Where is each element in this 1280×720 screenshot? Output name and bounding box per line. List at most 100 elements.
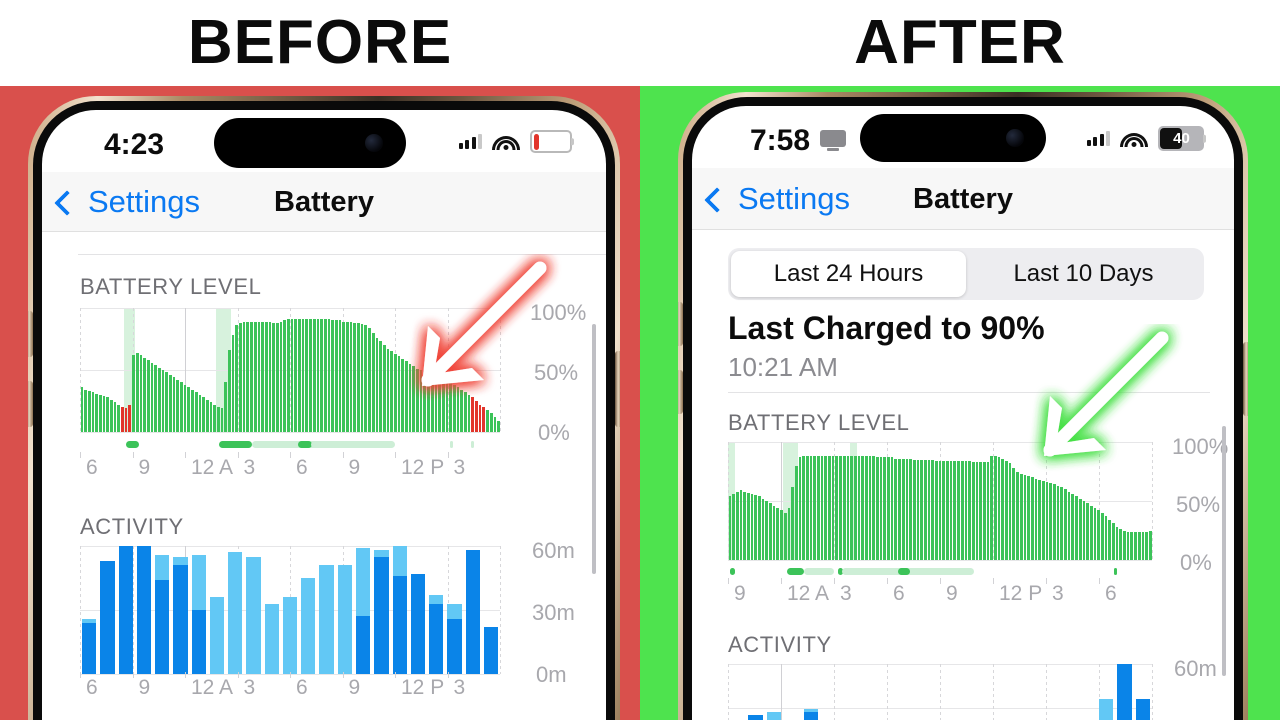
chart-xtick-label: 12 P [401, 676, 445, 699]
chart-bar [360, 324, 364, 432]
chart-bar [283, 320, 286, 432]
chart-bar [294, 319, 298, 432]
chart-bar-screen-on [118, 546, 133, 674]
chart-xtick-label: 3 [1052, 582, 1064, 605]
tab-last-10-days[interactable]: Last 10 Days [966, 251, 1201, 297]
before-panel: 4:23 Settings Battery BATTERY LEVEL 100%… [0, 86, 640, 720]
charging-segment [897, 568, 911, 575]
chart-bar [1016, 471, 1019, 560]
chart-bar-group [841, 664, 855, 720]
before-header: BEFORE [0, 0, 640, 86]
before-header-label: BEFORE [187, 8, 453, 77]
before-annotation-arrow [421, 261, 547, 387]
chart-bar [1137, 531, 1141, 560]
chart-bar [220, 408, 224, 432]
chart-bar [191, 389, 194, 432]
chart-bar-group [878, 664, 892, 720]
chart-bar [172, 377, 176, 432]
battery-ytick-50-after: 50% [1176, 492, 1221, 517]
chart-xtick [887, 578, 888, 584]
chart-bar [1078, 498, 1082, 560]
chart-xtick [237, 672, 239, 678]
chart-bar [327, 319, 331, 432]
chart-bar-screen-on [429, 603, 444, 674]
chart-bar [754, 495, 757, 560]
chart-bar [493, 417, 497, 432]
chart-bar [1089, 505, 1093, 560]
chart-bar [787, 508, 791, 560]
chart-bar [157, 367, 161, 432]
chart-bar [997, 457, 1001, 560]
chart-bar [964, 460, 968, 560]
chart-bar-group [118, 546, 133, 674]
power-button-after[interactable] [1243, 342, 1248, 416]
chart-bar [802, 456, 805, 560]
after-charging-strip [728, 564, 1152, 578]
before-scrollbar[interactable] [592, 324, 596, 574]
chart-bar [916, 459, 920, 560]
battery-level-label-after: BATTERY LEVEL [728, 410, 910, 435]
chart-bar [957, 460, 960, 560]
chart-bar [1027, 476, 1030, 560]
chart-xtick-label: 9 [348, 676, 361, 699]
before-charging-strip [80, 437, 500, 451]
tab-last-24-hours[interactable]: Last 24 Hours [731, 251, 966, 297]
chart-bar [316, 319, 320, 432]
chart-bar [968, 460, 971, 560]
chart-bar [931, 459, 934, 560]
chart-bar [102, 396, 106, 432]
chart-bar [879, 457, 883, 560]
chart-bar [113, 402, 117, 432]
chart-bar-group [447, 546, 462, 674]
chart-bar [735, 491, 739, 560]
chart-bar [982, 462, 986, 560]
power-button-before[interactable] [615, 351, 620, 427]
charging-segment [298, 441, 312, 448]
chart-bar [798, 457, 802, 560]
chart-bar [994, 456, 997, 560]
chart-bar-screen-on [803, 712, 819, 720]
chart-xtick-label: 12 A [191, 676, 234, 699]
chart-bar [346, 321, 349, 432]
chart-xtick-label: 12 P [401, 456, 445, 479]
chart-bar [883, 457, 887, 560]
chart-bar [776, 508, 780, 560]
status-time-after: 7:58 [750, 124, 811, 157]
chart-bar-screen-on [748, 714, 763, 720]
time-range-segmented-control[interactable]: Last 24 Hours Last 10 Days [728, 248, 1204, 300]
chart-bar [1104, 516, 1108, 560]
dynamic-island-after [860, 114, 1046, 162]
chart-bar [132, 355, 135, 432]
chart-xtick-label: 9 [138, 676, 151, 699]
chart-bar-group [82, 546, 97, 674]
chart-bar [894, 458, 898, 560]
chart-bar [758, 496, 761, 560]
chart-bar [887, 457, 890, 560]
chart-bar-group [1098, 664, 1114, 720]
chart-bar-group [1043, 664, 1057, 720]
chart-bar [382, 345, 386, 432]
chart-bar [187, 387, 191, 432]
after-scrollbar[interactable] [1222, 426, 1226, 676]
chart-bar [228, 350, 231, 432]
status-icons-before [458, 130, 572, 153]
chart-xtick-label: 9 [946, 582, 958, 605]
comparison-screenshot: BEFORE AFTER 4:23 Settings Battery BATTE… [0, 0, 1280, 720]
chart-bar-screen-on [1135, 698, 1151, 720]
chart-bar-screen-off [191, 554, 206, 610]
chart-xtick-label: 12 A [191, 456, 234, 479]
chart-bar-group [319, 546, 334, 674]
chart-bar [1130, 531, 1134, 560]
chart-bar-screen-on [374, 556, 389, 674]
chart-gridline-horizontal [80, 432, 500, 433]
after-nav-bar: Settings Battery [692, 168, 1234, 230]
chart-xtick-label: 12 A [787, 582, 830, 605]
tab-last-10-days-label: Last 10 Days [1013, 260, 1154, 287]
chart-bar [1060, 486, 1064, 560]
chart-xtick [447, 452, 449, 458]
chart-bar [986, 462, 990, 560]
chart-bar-group [896, 664, 910, 720]
chart-bar [1067, 491, 1071, 560]
chart-bar-group [465, 546, 480, 674]
chart-bar [309, 319, 312, 432]
